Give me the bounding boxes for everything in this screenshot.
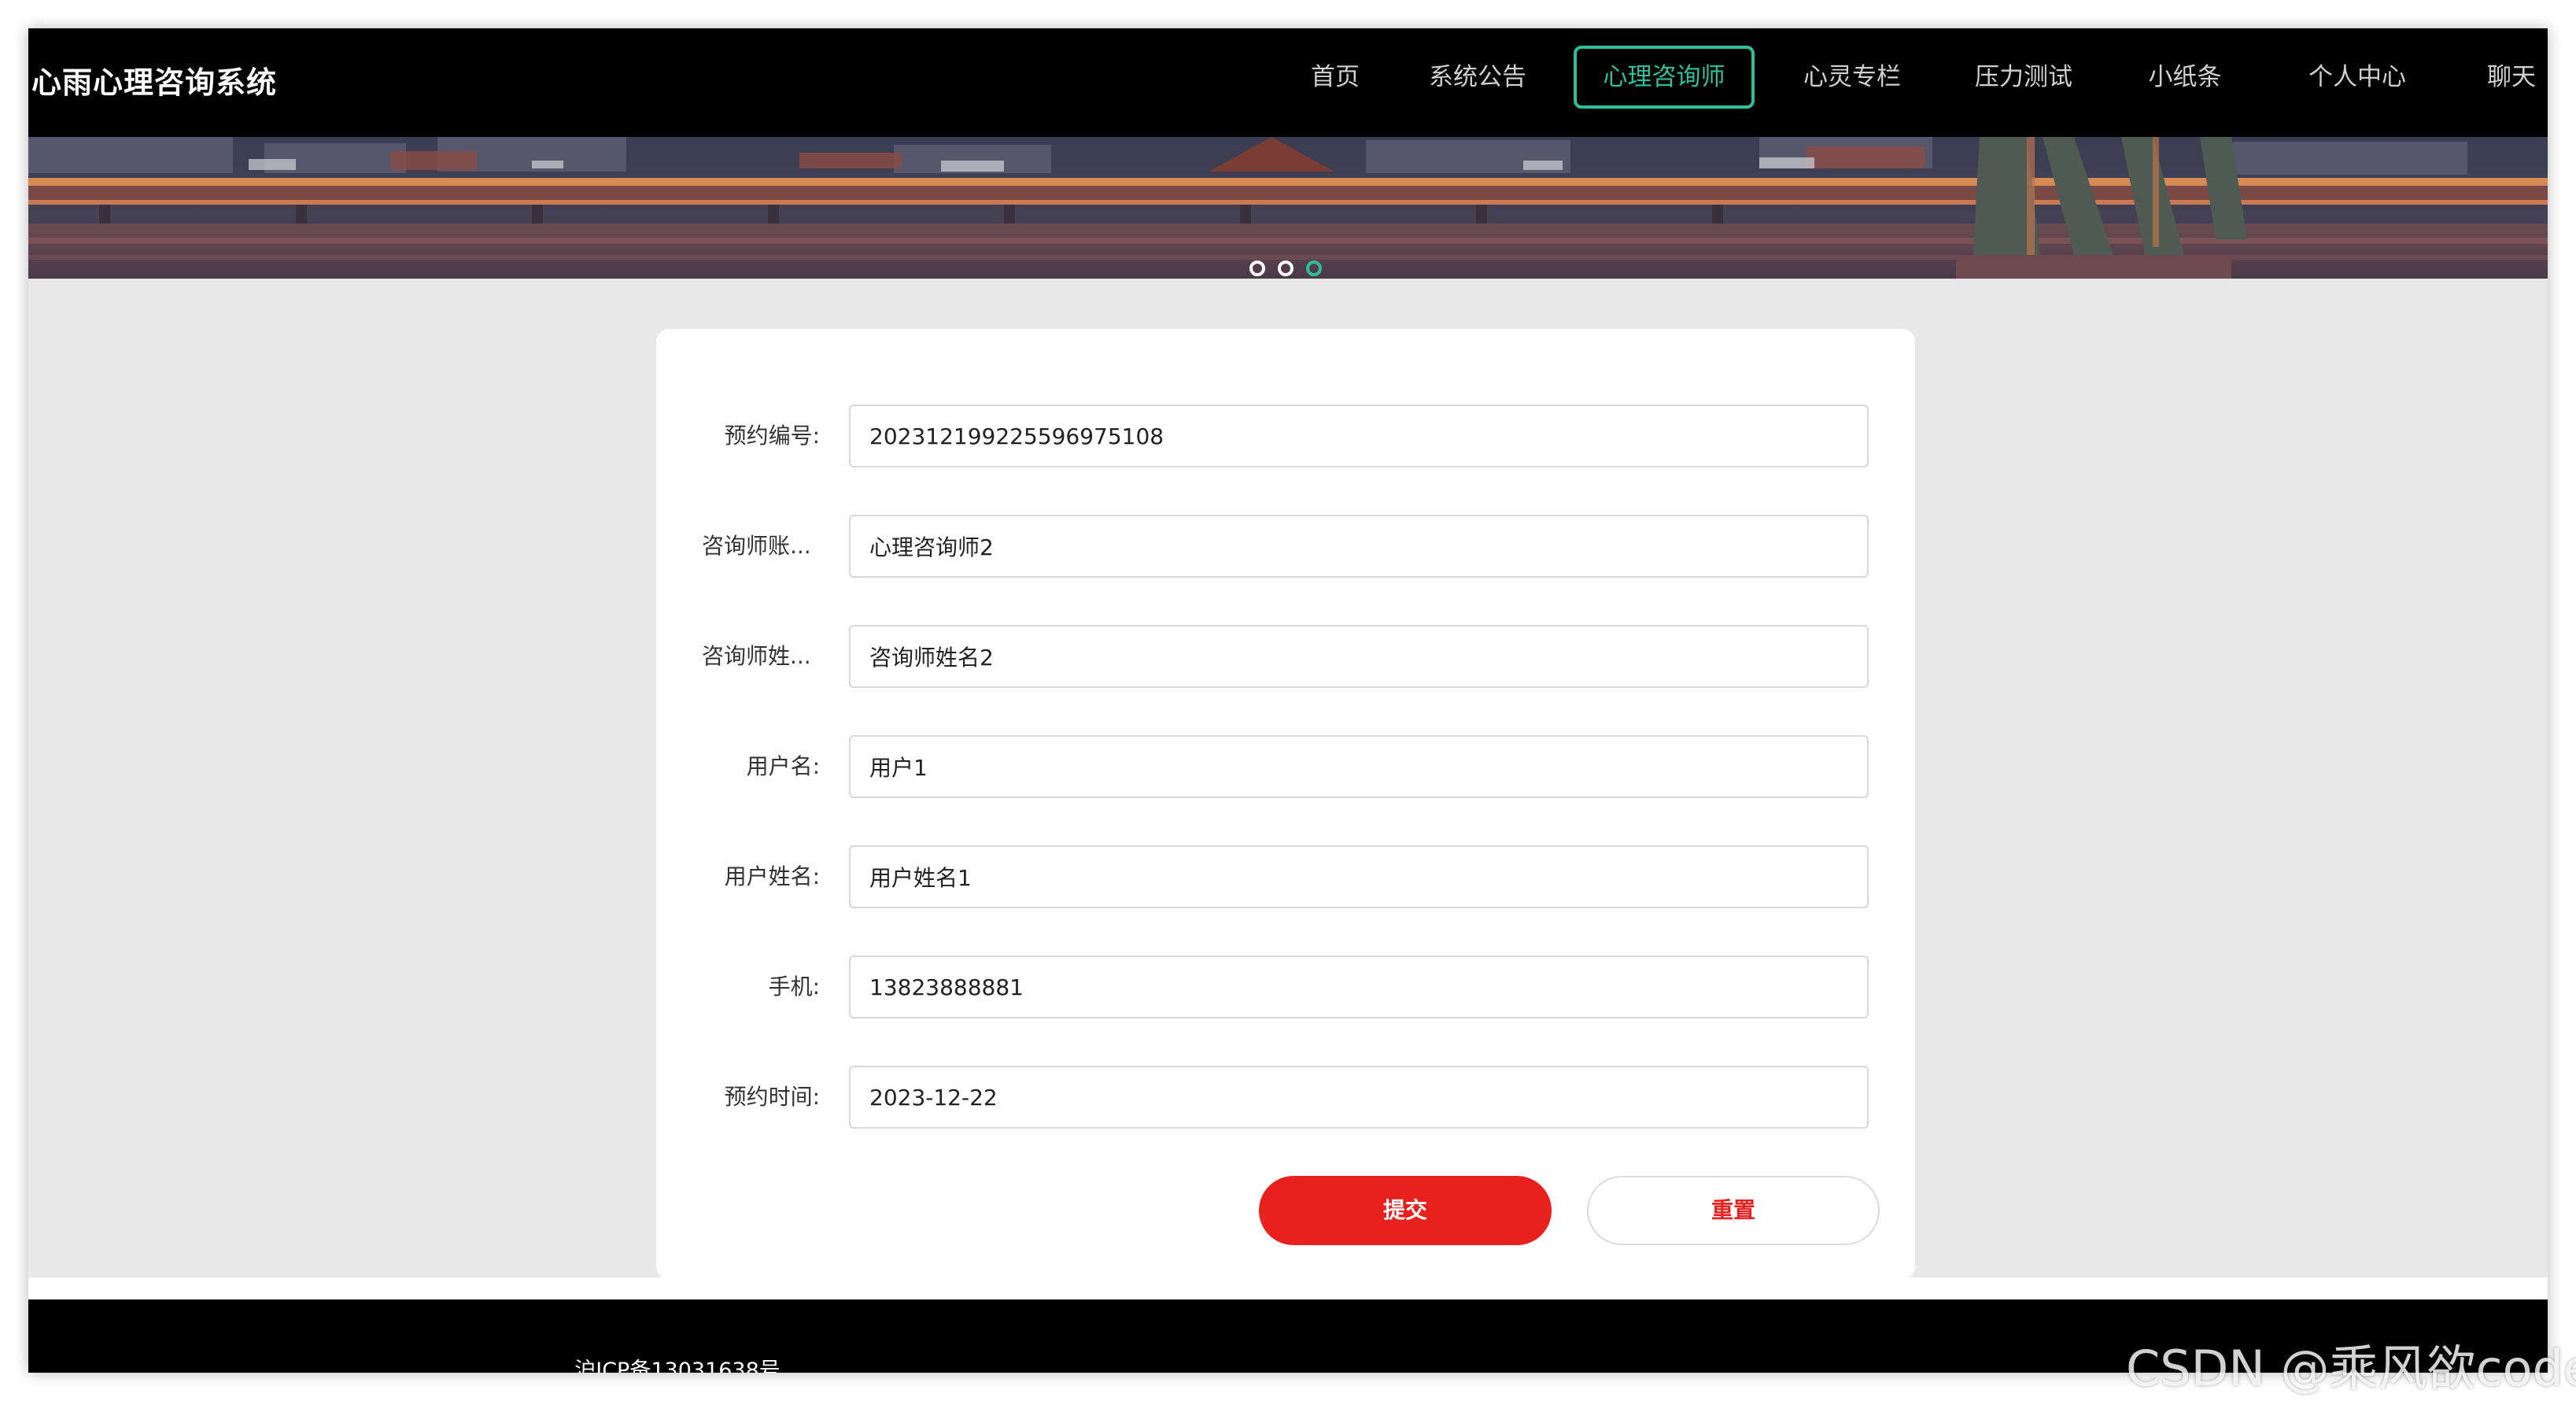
appointment-form: 预约编号: 咨询师账... 咨询师姓... 用户名: 用户姓名: 手机: 预约时… — [656, 329, 1915, 1279]
top-navbar: 心雨心理咨询系统 首页 系统公告 心理咨询师 心灵专栏 压力测试 小纸条 个人中… — [28, 28, 2548, 137]
form-row-counselor-name: 咨询师姓... — [656, 625, 1915, 688]
appointment-time-input[interactable] — [849, 1066, 1869, 1129]
nav-item-column[interactable]: 心灵专栏 — [1789, 46, 1915, 109]
field-label: 预约编号: — [724, 423, 820, 449]
footer-divider — [28, 1277, 2548, 1299]
form-row-user-fullname: 用户姓名: — [656, 845, 1915, 908]
csdn-watermark: CSDN @乘风欲code — [2126, 1340, 2576, 1397]
main-nav: 首页 系统公告 心理咨询师 心灵专栏 压力测试 小纸条 个人中心 聊天 — [28, 28, 2548, 137]
phone-input[interactable] — [849, 956, 1869, 1018]
carousel-dot-1[interactable] — [1249, 261, 1265, 276]
nav-item-announcements[interactable]: 系统公告 — [1415, 46, 1541, 109]
counselor-account-input[interactable] — [849, 515, 1869, 578]
field-label: 手机: — [768, 974, 820, 1000]
username-input[interactable] — [849, 735, 1869, 798]
field-label: 预约时间: — [724, 1084, 820, 1110]
field-label: 咨询师账... — [702, 533, 811, 559]
counselor-name-input[interactable] — [849, 625, 1869, 688]
field-label: 用户名: — [746, 753, 820, 779]
nav-item-stress-test[interactable]: 压力测试 — [1961, 46, 2087, 109]
carousel-dot-3[interactable] — [1306, 261, 1322, 276]
user-fullname-input[interactable] — [849, 845, 1869, 908]
form-row-phone: 手机: — [656, 956, 1915, 1018]
icp-record-link[interactable]: 沪ICP备13031638号 — [28, 1353, 1327, 1373]
form-row-counselor-account: 咨询师账... — [656, 515, 1915, 578]
field-label: 用户姓名: — [724, 863, 820, 889]
reset-button[interactable]: 重置 — [1587, 1176, 1880, 1245]
field-label: 咨询师姓... — [702, 643, 811, 669]
nav-item-home[interactable]: 首页 — [1292, 46, 1378, 109]
form-row-appointment-time: 预约时间: — [656, 1066, 1915, 1129]
nav-item-notes[interactable]: 小纸条 — [2134, 46, 2236, 109]
banner-image — [28, 137, 2548, 279]
carousel-dot-2[interactable] — [1278, 261, 1294, 276]
form-row-username: 用户名: — [656, 735, 1915, 798]
browser-window: 心雨心理咨询系统 首页 系统公告 心理咨询师 心灵专栏 压力测试 小纸条 个人中… — [28, 28, 2548, 1373]
form-row-appointment-id: 预约编号: — [656, 405, 1915, 468]
appointment-id-input[interactable] — [849, 405, 1869, 468]
nav-item-chat[interactable]: 聊天 — [2475, 46, 2548, 109]
submit-button[interactable]: 提交 — [1259, 1176, 1552, 1245]
nav-item-personal-center[interactable]: 个人中心 — [2294, 46, 2420, 109]
banner-carousel[interactable] — [28, 137, 2548, 279]
nav-item-counselors[interactable]: 心理咨询师 — [1574, 46, 1755, 109]
